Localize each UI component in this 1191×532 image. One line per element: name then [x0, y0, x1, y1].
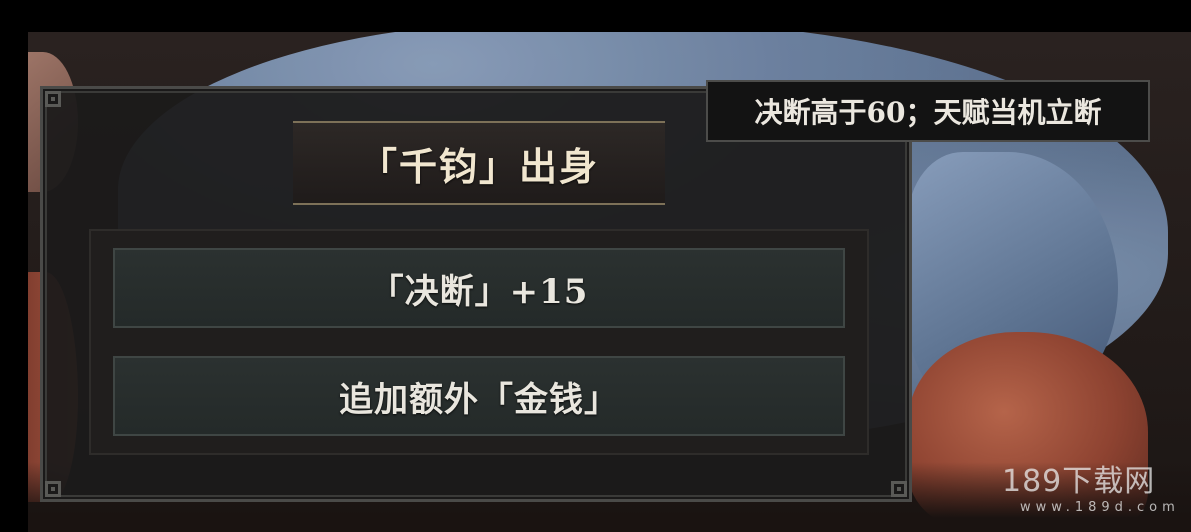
game-screen: 「千钧」出身 「决断」+15 追加额外「金钱」 决断高于60；天赋当机立断 18… — [0, 0, 1191, 532]
site-watermark: 189下载网 www.189d.com — [1002, 464, 1178, 526]
origin-choice-panel: 「千钧」出身 「决断」+15 追加额外「金钱」 — [40, 86, 912, 502]
options-list: 「决断」+15 追加额外「金钱」 — [89, 229, 869, 455]
panel-title-box: 「千钧」出身 — [293, 121, 665, 205]
corner-ornament-icon — [45, 481, 61, 497]
corner-ornament-icon — [45, 91, 61, 107]
panel-title: 「千钧」出身 — [358, 143, 599, 189]
corner-ornament-icon — [891, 481, 907, 497]
requirement-tooltip: 决断高于60；天赋当机立断 — [706, 80, 1150, 142]
option-label: 「决断」+15 — [369, 271, 589, 312]
option-resolve-bonus[interactable]: 「决断」+15 — [113, 248, 845, 328]
option-label: 追加额外「金钱」 — [339, 379, 619, 420]
watermark-url: www.189d.com — [1020, 500, 1180, 515]
watermark-title: 189下载网 — [1002, 464, 1156, 499]
tooltip-text: 决断高于60；天赋当机立断 — [754, 96, 1102, 129]
option-extra-money[interactable]: 追加额外「金钱」 — [113, 356, 845, 436]
